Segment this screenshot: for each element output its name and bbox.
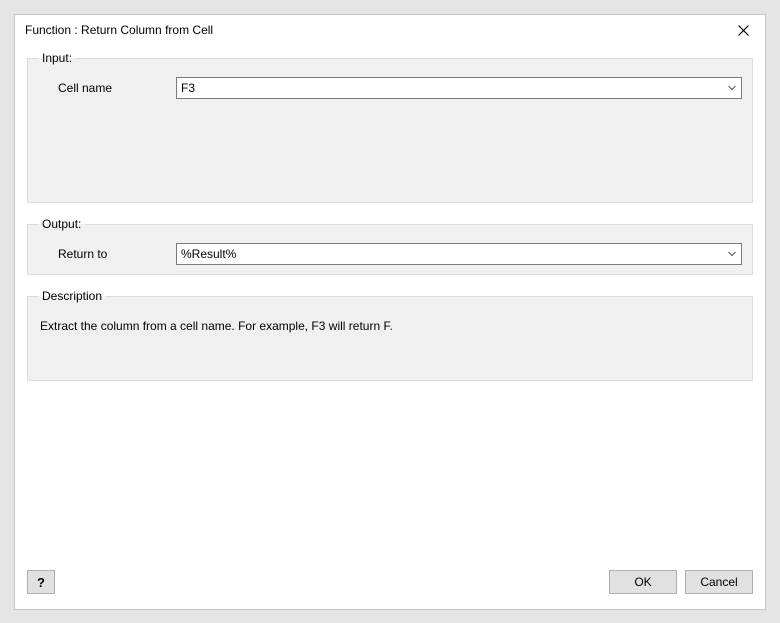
cell-name-combo[interactable] (176, 77, 742, 99)
return-to-input[interactable] (177, 245, 723, 263)
output-group: Output: Return to (27, 217, 753, 275)
footer-left: ? (27, 570, 55, 594)
close-button[interactable] (731, 18, 755, 42)
output-legend: Output: (38, 217, 85, 231)
input-group: Input: Cell name (27, 51, 753, 203)
return-to-combo[interactable] (176, 243, 742, 265)
titlebar: Function : Return Column from Cell (15, 15, 765, 45)
close-icon (738, 25, 749, 36)
description-legend: Description (38, 289, 106, 303)
cell-name-label: Cell name (38, 81, 168, 95)
ok-button[interactable]: OK (609, 570, 677, 594)
chevron-down-icon (728, 85, 736, 91)
cell-name-dropdown-button[interactable] (723, 78, 741, 98)
dialog-content: Input: Cell name Output: Return to (27, 51, 753, 557)
cell-name-row: Cell name (38, 75, 742, 101)
footer-right: OK Cancel (609, 570, 753, 594)
dialog-footer: ? OK Cancel (27, 567, 753, 597)
chevron-down-icon (728, 251, 736, 257)
description-text: Extract the column from a cell name. For… (38, 313, 742, 339)
help-button[interactable]: ? (27, 570, 55, 594)
return-to-row: Return to (38, 241, 742, 267)
return-to-label: Return to (38, 247, 168, 261)
dialog-title: Function : Return Column from Cell (25, 23, 213, 37)
cancel-button[interactable]: Cancel (685, 570, 753, 594)
input-legend: Input: (38, 51, 76, 65)
description-group: Description Extract the column from a ce… (27, 289, 753, 381)
dialog-window: Function : Return Column from Cell Input… (14, 14, 766, 610)
return-to-dropdown-button[interactable] (723, 244, 741, 264)
cell-name-input[interactable] (177, 79, 723, 97)
